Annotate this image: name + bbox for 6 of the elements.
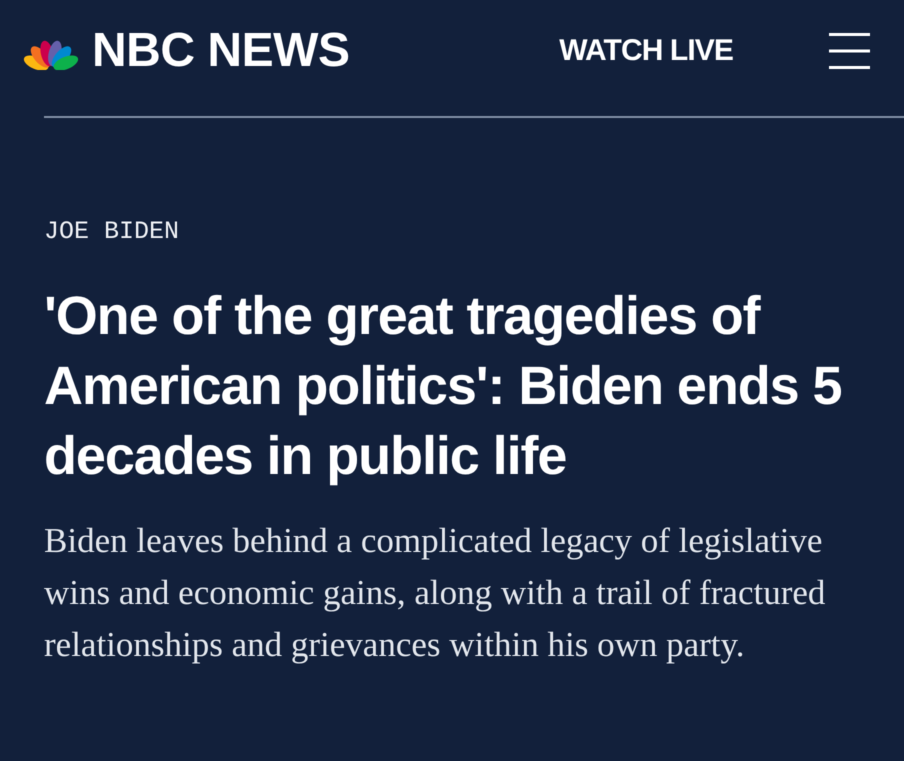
watch-live-link[interactable]: WATCH LIVE [559,34,733,68]
brand-name[interactable]: NBC NEWS [92,25,350,77]
headline: 'One of the great tragedies of American politics': Biden ends 5 decades in public life [44,285,842,488]
menu-icon[interactable] [829,33,870,69]
category-label[interactable]: JOE BIDEN [44,218,180,246]
article-summary: Biden leaves behind a complicated legacy of legislative wins and economic gains, along with a trail of fractured relationships and grievances within his own party. [44,520,826,666]
